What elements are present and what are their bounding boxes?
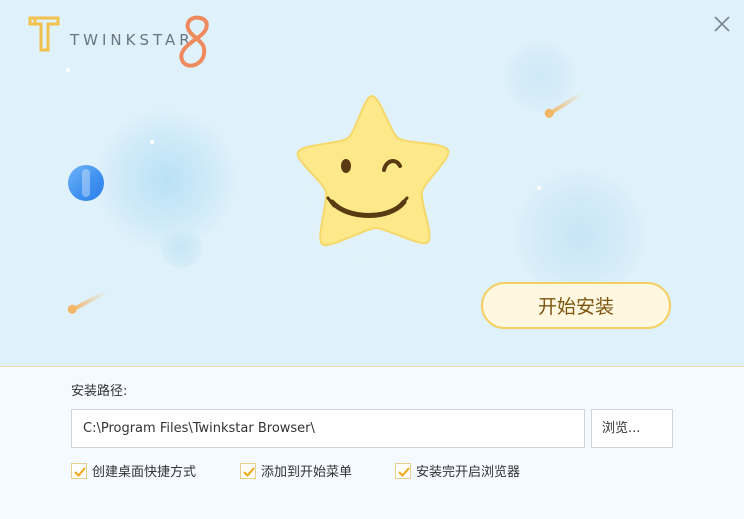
close-button[interactable] [710,12,734,36]
checkbox-start-menu[interactable] [240,462,256,479]
install-path-input[interactable]: C:\Program Files\Twinkstar Browser\ [71,409,585,448]
option-start-menu[interactable]: 添加到开始菜单 [240,461,352,480]
planet-glow-right [515,170,645,300]
star-dot [66,68,70,72]
star-dot [150,140,154,144]
hero-illustration: TWINKSTAR 8 开始安装 [0,0,744,366]
checkmark-icon [243,466,255,477]
twinkstar-logo: TWINKSTAR [28,14,194,54]
install-path-label: 安装路径: [71,384,128,399]
installer-window: TWINKSTAR 8 开始安装 安装路径: C: [0,0,744,519]
checkbox-launch-browser[interactable] [395,462,411,479]
logo-version-eight: 8 [176,12,216,78]
option-launch-browser[interactable]: 安装完开启浏览器 [395,461,520,480]
winking-star-mascot [272,86,472,286]
checkmark-icon [74,466,86,477]
planet-glow-left [96,110,236,250]
browse-button[interactable]: 浏览... [591,409,673,448]
option-label: 安装完开启浏览器 [416,465,521,480]
star-dot [537,186,541,190]
comet-left [71,290,107,312]
small-planet [160,226,202,268]
blue-planet [68,165,104,201]
option-label: 添加到开始菜单 [261,465,353,480]
option-desktop-shortcut[interactable]: 创建桌面快捷方式 [71,461,196,480]
checkbox-desktop-shortcut[interactable] [71,462,87,479]
start-install-button[interactable]: 开始安装 [481,282,671,329]
divider [0,366,744,367]
option-label: 创建桌面快捷方式 [92,465,197,480]
logo-mark-icon [28,14,60,54]
checkmark-icon [398,466,410,477]
close-icon [714,16,730,32]
